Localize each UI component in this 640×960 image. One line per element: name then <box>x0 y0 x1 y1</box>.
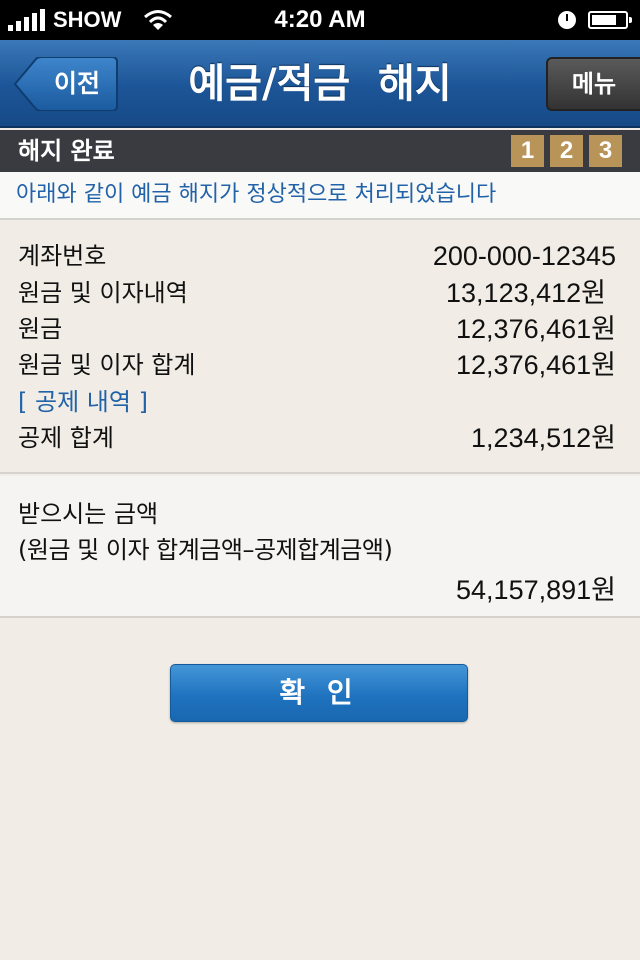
details-panel: 계좌번호 200-000-12345 원금 및 이자내역 13,123,412원… <box>0 222 640 474</box>
status-time: 4:20 AM <box>274 6 366 33</box>
detail-label: 원금 <box>18 315 63 343</box>
step-1-badge: 1 <box>511 135 544 167</box>
detail-row-deduction-total: 공제 합계 1,234,512원 <box>18 420 616 456</box>
detail-value: 1,234,512원 <box>471 423 616 453</box>
detail-row-deduction-link[interactable]: [ 공제 내역 ] <box>18 384 616 420</box>
back-button-label: 이전 <box>53 69 100 98</box>
back-button[interactable]: 이전 <box>14 57 118 111</box>
menu-button[interactable]: 메뉴 <box>546 57 640 111</box>
status-right <box>558 0 632 40</box>
confirm-button[interactable]: 확 인 <box>170 664 468 722</box>
page-title: 예금/적금 해지 <box>188 61 452 107</box>
nav-bar: 이전 예금/적금 해지 메뉴 <box>0 40 640 128</box>
detail-label: 공제 합계 <box>18 424 114 452</box>
battery-icon <box>588 11 632 29</box>
step-header: 해지 완료 1 2 3 <box>0 130 640 172</box>
detail-label: 계좌번호 <box>18 242 107 270</box>
alarm-clock-icon <box>558 11 576 29</box>
detail-value: 200-000-12345 <box>432 241 616 271</box>
detail-label: 원금 및 이자내역 <box>18 279 188 307</box>
step-2-badge: 2 <box>550 135 583 167</box>
notice-message: 아래와 같이 예금 해지가 정상적으로 처리되었습니다 <box>0 172 640 220</box>
receive-amount: 54,157,891원 <box>456 575 616 605</box>
receive-amount-panel: 받으시는 금액 (원금 및 이자 합계금액–공제합계금액) 54,157,891… <box>0 476 640 618</box>
detail-row-total: 원금 및 이자 합계 12,376,461원 <box>18 347 616 383</box>
status-bar: SHOW 4:20 AM <box>0 0 640 40</box>
detail-row-principal-interest: 원금 및 이자내역 13,123,412원 <box>18 275 616 311</box>
step-3-badge: 3 <box>589 135 622 167</box>
deduction-details-link[interactable]: [ 공제 내역 ] <box>18 384 148 420</box>
step-indicator: 1 2 3 <box>511 135 622 167</box>
detail-row-account: 계좌번호 200-000-12345 <box>18 238 616 274</box>
detail-value: 13,123,412원 <box>446 278 606 308</box>
detail-label: 원금 및 이자 합계 <box>18 351 196 379</box>
detail-value: 12,376,461원 <box>456 314 616 344</box>
receive-title: 받으시는 금액 <box>18 500 159 528</box>
detail-value: 12,376,461원 <box>456 350 616 380</box>
detail-row-principal: 원금 12,376,461원 <box>18 311 616 347</box>
receive-formula: (원금 및 이자 합계금액–공제합계금액) <box>18 536 393 564</box>
step-title: 해지 완료 <box>18 137 115 165</box>
